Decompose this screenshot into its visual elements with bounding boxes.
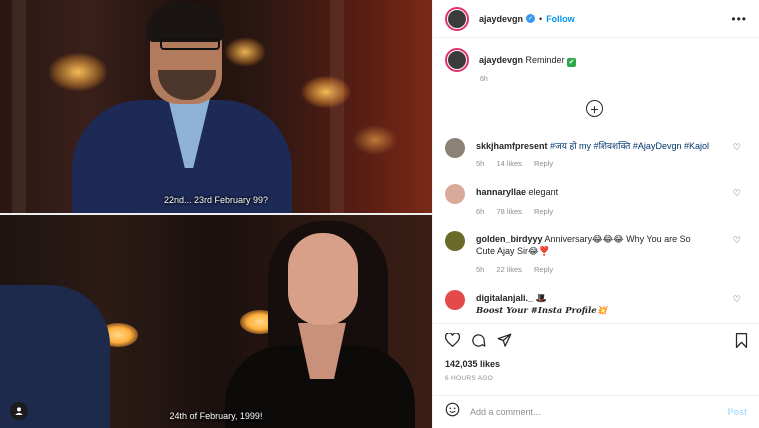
like-comment-icon[interactable]: ♡ [733, 294, 741, 305]
like-comment-icon[interactable]: ♡ [733, 235, 741, 246]
caption-text: Reminder [525, 55, 565, 65]
bookmark-icon[interactable] [735, 333, 748, 353]
post-button[interactable]: Post [727, 407, 747, 417]
post-actions [433, 323, 759, 355]
comment-input[interactable] [470, 407, 728, 417]
post-sidebar: ajaydevgn ✓ • Follow ••• ajaydevgn Remin… [432, 0, 759, 428]
verified-icon: ✓ [526, 14, 536, 23]
comment-meta: 5h 14 likes Reply [476, 159, 563, 168]
background-stripe [12, 0, 26, 213]
load-more-comments-icon[interactable]: + [586, 100, 603, 117]
share-icon[interactable] [497, 333, 512, 353]
comment-meta: 6h 78 likes Reply [476, 207, 563, 216]
comment-avatar[interactable] [445, 231, 465, 251]
comment-reply[interactable]: Reply [534, 207, 553, 216]
comment-badge-emoji: 🎩 [535, 293, 547, 303]
comment-meta: 5h 22 likes Reply [476, 265, 563, 274]
follow-button[interactable]: Follow [546, 14, 575, 24]
like-comment-icon[interactable]: ♡ [733, 142, 741, 153]
comment-icon[interactable] [471, 333, 486, 353]
add-comment-bar: Post [433, 395, 759, 428]
man-glasses [160, 38, 220, 50]
post-header: ajaydevgn ✓ • Follow ••• [433, 0, 759, 38]
likes-count[interactable]: 142,035 likes [445, 359, 500, 369]
media-frame-top: 22nd... 23rd February 99? [0, 0, 432, 213]
comment-text: #जय हो my #शिवशक्ति #AjayDevgn #Kajol [550, 141, 709, 151]
post-media[interactable]: 22nd... 23rd February 99? 24th of Februa… [0, 0, 432, 428]
comment-likes[interactable]: 14 likes [496, 159, 521, 168]
comment-age: 5h [476, 159, 485, 168]
comment-age: 5h [476, 265, 485, 274]
user-tag-icon[interactable] [10, 402, 28, 420]
posted-time: 6 HOURS AGO [445, 375, 494, 382]
caption-age: 6h [480, 76, 488, 83]
comment-username[interactable]: digitalanjali._ [476, 293, 533, 303]
comment-avatar[interactable] [445, 184, 465, 204]
subtitle-top: 22nd... 23rd February 99? [163, 195, 269, 205]
caption-username[interactable]: ajaydevgn [479, 55, 523, 65]
more-options-icon[interactable]: ••• [731, 12, 747, 26]
comment-avatar[interactable] [445, 138, 465, 158]
comment-likes[interactable]: 78 likes [496, 207, 521, 216]
comment-text: elegant [528, 187, 559, 197]
comment-username[interactable]: golden_birdyyy [476, 234, 543, 244]
man-hair [146, 2, 224, 42]
separator-dot: • [539, 13, 543, 24]
author-username[interactable]: ajaydevgn [479, 14, 523, 24]
comment-likes[interactable]: 22 likes [496, 265, 521, 274]
check-emoji-icon: ✔ [567, 58, 577, 67]
heart-icon[interactable] [444, 332, 461, 352]
comment-reply[interactable]: Reply [534, 159, 553, 168]
comment-username[interactable]: hannaryllae [476, 187, 526, 197]
comment-age: 6h [476, 207, 485, 216]
like-comment-icon[interactable]: ♡ [733, 188, 741, 199]
emoji-icon[interactable] [445, 402, 460, 422]
media-frame-bottom: 24th of February, 1999! [0, 215, 432, 428]
comment-username[interactable]: skkjhamfpresent [476, 141, 548, 151]
woman-face [288, 233, 358, 325]
background-stripe [330, 0, 344, 213]
author-avatar[interactable] [445, 6, 469, 31]
comment-item: digitalanjali._ 🎩 Boost Your #Insta Prof… [445, 290, 745, 320]
comment-reply[interactable]: Reply [534, 265, 553, 274]
caption-avatar[interactable] [445, 48, 469, 72]
subtitle-bottom: 24th of February, 1999! [169, 411, 263, 421]
comment-text: Boost Your #Insta Profile💥 [476, 306, 608, 316]
post-caption: ajaydevgn Reminder ✔ [445, 48, 577, 72]
comment-avatar[interactable] [445, 290, 465, 310]
